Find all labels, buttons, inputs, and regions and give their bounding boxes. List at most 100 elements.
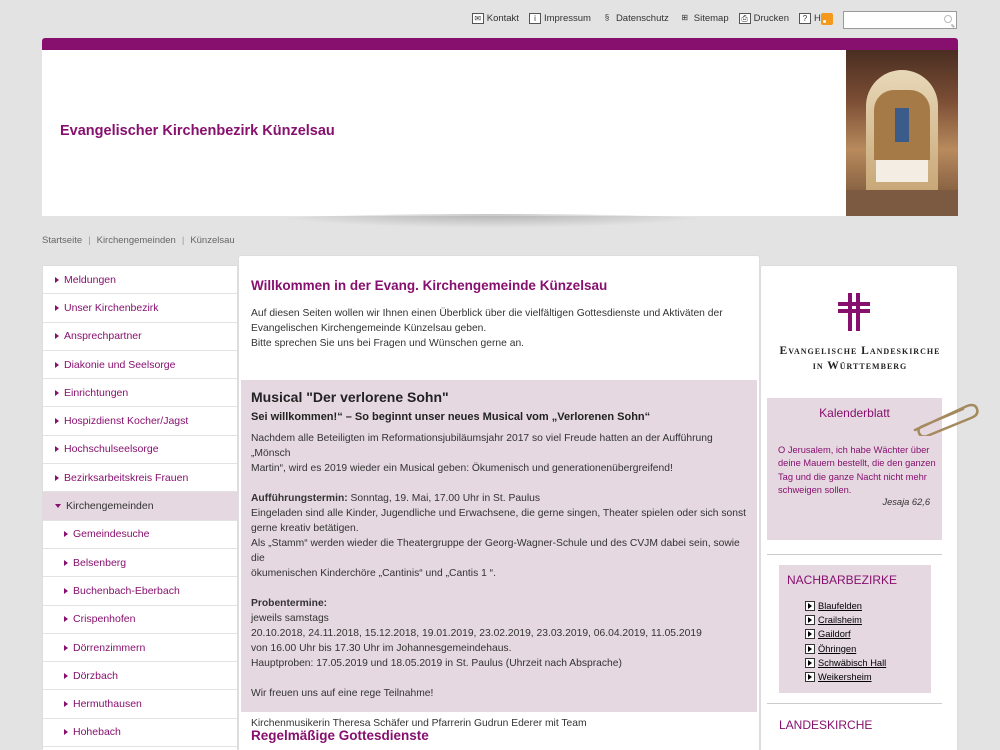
impressum-link[interactable]: i Impressum bbox=[528, 13, 591, 24]
landeskirche-heading: LANDESKIRCHE bbox=[779, 718, 873, 732]
kontakt-label: Kontakt bbox=[486, 13, 519, 24]
sidebar-subitem-buchenbach[interactable]: Buchenbach-Eberbach bbox=[43, 577, 237, 606]
kontakt-link[interactable]: ✉ Kontakt bbox=[471, 13, 519, 24]
drucken-label: Drucken bbox=[753, 13, 789, 24]
search-icon[interactable] bbox=[944, 15, 952, 23]
nachbar-link-crailsheim[interactable]: Crailsheim bbox=[805, 613, 886, 627]
sidebar-item-label: Meldungen bbox=[64, 273, 116, 286]
musical-closing: Wir freuen uns auf eine rege Teilnahme! bbox=[251, 688, 434, 699]
impressum-label: Impressum bbox=[543, 13, 591, 24]
site-header: Evangelischer Kirchenbezirk Künzelsau bbox=[42, 50, 958, 216]
gottesdienste-heading: Regelmäßige Gottesdienste bbox=[251, 728, 429, 743]
sidebar-subitem-doerzbach[interactable]: Dörzbach bbox=[43, 662, 237, 691]
sidebar-item-meldungen[interactable]: Meldungen bbox=[43, 266, 237, 295]
nachbar-link-weikersheim[interactable]: Weikersheim bbox=[805, 670, 886, 684]
sidebar-item-label: Einrichtungen bbox=[64, 386, 129, 399]
nachbar-link-gaildorf[interactable]: Gaildorf bbox=[805, 627, 886, 641]
nachbar-label: Crailsheim bbox=[818, 615, 862, 626]
utility-links: ✉ Kontakt i Impressum § Datenschutz ⊞ Sitema… bbox=[471, 13, 833, 24]
sidebar-item-label: Ansprechpartner bbox=[64, 330, 142, 343]
landeskirche-logo-text[interactable]: Evangelische Landeskirche in Württemberg bbox=[761, 344, 959, 374]
bullet-icon bbox=[64, 531, 68, 538]
invite-line: gerne kreativ betätigen. bbox=[251, 523, 359, 534]
welcome-text: Auf diesen Seiten wollen wir Ihnen einen… bbox=[251, 306, 741, 351]
sidebar-item-ansprechpartner[interactable]: Ansprechpartner bbox=[43, 323, 237, 351]
sidebar-subitem-crispenhofen[interactable]: Crispenhofen bbox=[43, 606, 237, 634]
datenschutz-label: Datenschutz bbox=[615, 13, 669, 24]
sidebar-item-label: Dörrenzimmern bbox=[73, 641, 146, 654]
rss-feed-icon[interactable] bbox=[821, 13, 833, 25]
datenschutz-link[interactable]: § Datenschutz bbox=[601, 13, 669, 24]
mail-icon: ✉ bbox=[471, 13, 484, 24]
stamm-line: Als „Stamm“ werden wieder die Theatergru… bbox=[251, 538, 740, 564]
bullet-icon bbox=[64, 701, 68, 708]
breadcrumb-startseite[interactable]: Startseite bbox=[42, 235, 82, 246]
sidebar-item-bezirksarbeitskreis[interactable]: Bezirksarbeitskreis Frauen bbox=[43, 464, 237, 493]
drucken-link[interactable]: ⎙ Drucken bbox=[738, 13, 789, 24]
musical-article: Musical "Der verlorene Sohn" Sei willkom… bbox=[241, 380, 757, 729]
sidebar-item-label: Kirchengemeinden bbox=[66, 500, 154, 513]
nachbar-label: Gaildorf bbox=[818, 629, 851, 640]
church-altar-table bbox=[876, 160, 928, 182]
sidebar-item-label: Hospizdienst Kocher/Jagst bbox=[64, 415, 189, 428]
sidebar-subitem-doerrenzimmern[interactable]: Dörrenzimmern bbox=[43, 634, 237, 663]
intro-line: Martin“, wird es 2019 wieder ein Musical… bbox=[251, 463, 673, 474]
help-icon: ? bbox=[798, 13, 811, 24]
bullet-icon bbox=[64, 729, 68, 736]
bullet-icon bbox=[55, 418, 59, 425]
sidebar-item-einrichtungen[interactable]: Einrichtungen bbox=[43, 379, 237, 408]
search-input[interactable] bbox=[843, 11, 957, 29]
info-icon: i bbox=[528, 13, 541, 24]
sitemap-icon: ⊞ bbox=[681, 13, 689, 22]
termin-value: Sonntag, 19. Mai, 17.00 Uhr in St. Paulu… bbox=[347, 493, 540, 504]
link-arrow-icon bbox=[805, 629, 815, 640]
bullet-icon bbox=[64, 587, 68, 594]
sidebar-navigation: Meldungen Unser Kirchenbezirk Ansprechpa… bbox=[42, 265, 238, 750]
church-interior-photo bbox=[846, 50, 958, 216]
intro-line: Nachdem alle Beteiligten im Reformations… bbox=[251, 433, 713, 459]
bullet-icon bbox=[64, 672, 68, 679]
sidebar-item-label: Diakonie und Seelsorge bbox=[64, 358, 176, 371]
divider bbox=[767, 554, 942, 555]
nachbar-link-blaufelden[interactable]: Blaufelden bbox=[805, 599, 886, 613]
sidebar-subitem-belsenberg[interactable]: Belsenberg bbox=[43, 549, 237, 578]
musical-title: Musical "Der verlorene Sohn" bbox=[251, 389, 449, 405]
nachbar-link-schwaebisch-hall[interactable]: Schwäbisch Hall bbox=[805, 656, 886, 670]
sidebar-subitem-hermuthausen[interactable]: Hermuthausen bbox=[43, 690, 237, 719]
bullet-icon bbox=[55, 446, 59, 453]
church-window bbox=[895, 108, 909, 142]
nachbar-link-oehringen[interactable]: Öhringen bbox=[805, 642, 886, 656]
expanded-icon bbox=[55, 504, 61, 509]
paperclip-icon bbox=[913, 403, 979, 436]
site-title[interactable]: Evangelischer Kirchenbezirk Künzelsau bbox=[60, 123, 335, 139]
nachbarbezirke-box: NACHBARBEZIRKE Blaufelden Crailsheim Gai… bbox=[779, 565, 931, 693]
sidebar-item-label: Bezirksarbeitskreis Frauen bbox=[64, 471, 189, 484]
main-content: Willkommen in der Evang. Kirchengemeinde… bbox=[238, 255, 760, 750]
printer-icon: ⎙ bbox=[738, 13, 751, 24]
welcome-line: Bitte sprechen Sie uns bei Fragen und Wü… bbox=[251, 338, 525, 349]
sitemap-link[interactable]: ⊞ Sitemap bbox=[679, 13, 728, 24]
breadcrumb-kirchengemeinden[interactable]: Kirchengemeinden bbox=[97, 235, 176, 246]
breadcrumb-current: Künzelsau bbox=[190, 235, 235, 246]
sidebar-item-label: Hohebach bbox=[73, 726, 121, 739]
nachbar-label: Schwäbisch Hall bbox=[818, 657, 887, 668]
bullet-icon bbox=[55, 389, 59, 396]
sidebar-item-kirchengemeinden[interactable]: Kirchengemeinden bbox=[43, 492, 237, 521]
musical-subtitle: Sei willkommen!“ – So beginnt unser neue… bbox=[251, 411, 651, 423]
divider bbox=[767, 703, 942, 704]
musical-intro: Nachdem alle Beteiligten im Reformations… bbox=[251, 431, 747, 476]
sidebar-item-hospizdienst[interactable]: Hospizdienst Kocher/Jagst bbox=[43, 407, 237, 436]
probe-line: jeweils samstags bbox=[251, 613, 329, 624]
sidebar-item-hochschulseelsorge[interactable]: Hochschulseelsorge bbox=[43, 436, 237, 465]
sidebar-subitem-gemeindesuche[interactable]: Gemeindesuche bbox=[43, 521, 237, 549]
probe-line: Hauptproben: 17.05.2019 und 18.05.2019 i… bbox=[251, 658, 622, 669]
bullet-icon bbox=[55, 304, 59, 311]
paragraph-icon: § bbox=[604, 13, 610, 22]
invite-line: Eingeladen sind alle Kinder, Jugendliche… bbox=[251, 508, 746, 519]
sidebar-subitem-hohebach[interactable]: Hohebach bbox=[43, 719, 237, 748]
landeskirche-cross-icon[interactable] bbox=[838, 293, 870, 331]
musical-termin: Aufführungstermin: Sonntag, 19. Mai, 17.… bbox=[251, 491, 747, 581]
sidebar-item-diakonie[interactable]: Diakonie und Seelsorge bbox=[43, 351, 237, 380]
right-sidebar: Evangelische Landeskirche in Württemberg… bbox=[760, 265, 979, 750]
sidebar-item-unser-kirchenbezirk[interactable]: Unser Kirchenbezirk bbox=[43, 294, 237, 323]
